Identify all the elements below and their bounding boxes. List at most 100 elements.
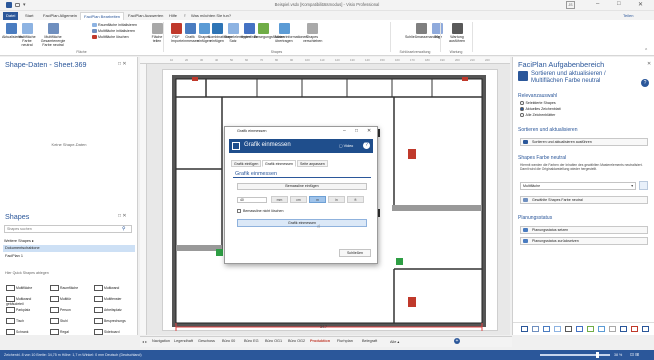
ribbon-button-2[interactable]: Multifläche Gesamtenergie Farbe neutral <box>40 23 66 47</box>
task-pane-tool-icon[interactable] <box>565 326 572 332</box>
stencil-shape[interactable]: Stuhl <box>50 318 92 327</box>
page-tab[interactable]: Geschoss <box>198 339 215 343</box>
dialog-help-icon[interactable]: ? <box>363 142 370 149</box>
measurement-input[interactable]: 40 <box>237 197 267 203</box>
shapes-search-input[interactable]: Shapes suchen <box>4 225 132 233</box>
dialog-tab-seite-anpassen[interactable]: Seite anpassen <box>297 160 328 167</box>
planning-reset-button[interactable]: Planungsstatus zurücksetzen <box>520 237 648 245</box>
dialog-close-button[interactable]: Schließen <box>339 249 371 257</box>
relevance-option[interactable]: Selektierte Shapes <box>520 101 556 105</box>
relevance-option[interactable]: Aktuelles Zeichenblatt <box>520 107 561 111</box>
ribbon-button-14[interactable]: Tür <box>428 23 446 39</box>
unit-option-cm[interactable]: cm <box>290 196 307 203</box>
radio-button[interactable] <box>520 101 524 105</box>
stencil-shape[interactable]: Raumfläche <box>50 285 92 294</box>
multiflaeche-loeschen[interactable]: Multifläche löschen <box>92 35 129 40</box>
stencil-shape[interactable]: Besprechungs <box>94 318 136 327</box>
neutral-apply-button[interactable]: Gewählte Shapes Farbe neutral <box>520 196 648 204</box>
dialog-close-icon[interactable]: ✕ <box>367 128 371 134</box>
dialog-minimize-icon[interactable]: – <box>343 128 346 134</box>
page-tab[interactable]: Alle ▴ <box>390 339 399 344</box>
keep-dimension-checkbox[interactable] <box>237 209 241 213</box>
shapes-pane-options-icon[interactable]: □ ✕ <box>118 213 127 219</box>
more-shapes-link[interactable]: Weitere Shapes ▸ <box>4 238 34 243</box>
task-pane-tool-icon[interactable] <box>642 326 649 332</box>
task-pane-tool-icon[interactable] <box>631 326 638 332</box>
tab-faciplan-bearbeiten[interactable]: FaciPlan Bearbeiten <box>80 12 125 20</box>
unit-option-m[interactable]: m <box>309 196 326 203</box>
task-pane-tool-icon[interactable] <box>543 326 550 332</box>
page-tab[interactable]: Produktion <box>310 339 330 343</box>
page-nav-arrows[interactable]: ◂ ▸ <box>142 339 147 344</box>
task-pane-tool-icon[interactable] <box>620 326 627 332</box>
tell-me-search[interactable]: Was möchten Sie tun? <box>188 12 234 20</box>
close-window-icon[interactable]: ✕ <box>638 1 643 8</box>
ribbon-button-1[interactable]: Multifläche Farbe neutral <box>18 23 36 47</box>
user-avatar[interactable]: JS <box>566 1 575 9</box>
page-tab[interactable]: Legendhaft <box>174 339 193 343</box>
minimize-icon[interactable]: – <box>596 1 599 7</box>
ribbon-button-12[interactable]: Shapes verschieben <box>303 23 322 43</box>
ribbon-button-11[interactable]: Nutzerinformationen übertragen <box>275 23 307 43</box>
ribbon-button-10[interactable]: Bewegungsflächen <box>254 23 284 39</box>
page-tab[interactable]: Büro 00 <box>222 339 235 343</box>
ribbon-button-15[interactable]: Wartung ausführen <box>448 23 466 43</box>
page-tab[interactable]: Büro OG1 <box>265 339 282 343</box>
page-tab[interactable]: Büro OG2 <box>288 339 305 343</box>
task-pane-tool-icon[interactable] <box>598 326 605 332</box>
stencil-shape[interactable]: Schrank <box>6 329 48 338</box>
zoom-slider[interactable] <box>540 354 610 356</box>
stencil-shape[interactable]: Person <box>50 307 92 316</box>
stencil-shape[interactable]: Multitür <box>50 296 92 305</box>
help-icon[interactable]: ? <box>641 79 649 87</box>
maximize-icon[interactable]: □ <box>617 1 621 7</box>
task-pane-tool-icon[interactable] <box>521 326 528 332</box>
unit-option-in[interactable]: in <box>328 196 345 203</box>
planning-set-button[interactable]: Planungsstatus setzen <box>520 226 648 234</box>
stencil-shape[interactable]: Multiwand <box>94 285 136 294</box>
page-tab[interactable]: Büro EG <box>244 339 259 343</box>
multiflaeche-initialisieren[interactable]: Multifläche initialisieren <box>92 29 135 34</box>
sort-refresh-button[interactable]: Sortieren und aktualisieren ausführen <box>520 138 648 146</box>
stencil-shape[interactable]: Parkplatz <box>6 307 48 316</box>
task-pane-tool-icon[interactable] <box>576 326 583 332</box>
stencil-faciplan[interactable]: FaciPlan 1 <box>3 253 135 260</box>
task-pane-tool-icon[interactable] <box>554 326 561 332</box>
insert-dimension-line-button[interactable]: Bemassline einfügen <box>237 183 367 190</box>
tab-start[interactable]: Start <box>22 12 36 20</box>
raumflaeche-initialisieren[interactable]: Raumfläche initialisieren <box>92 23 137 28</box>
stencil-shape[interactable]: Sideboard <box>94 329 136 338</box>
page-tab[interactable]: Belegraft <box>362 339 377 343</box>
tab-hilfe[interactable]: Hilfe <box>166 12 180 20</box>
radio-button[interactable] <box>520 113 524 117</box>
relevance-option[interactable]: Alle Zeichenblätter <box>520 113 555 117</box>
stencil-shape[interactable]: Regal <box>50 329 92 338</box>
share-button[interactable]: Teilen <box>620 12 636 20</box>
tab-datei[interactable]: Datei <box>3 12 19 20</box>
stencil-dokumentschablone[interactable]: Dokumentschablone <box>3 245 135 252</box>
collapse-ribbon-icon[interactable]: ⌃ <box>644 48 648 54</box>
tab-faciplan-allgemein[interactable]: FaciPlan Allgemein <box>40 12 80 20</box>
unit-option-ft[interactable]: ft <box>347 196 364 203</box>
task-pane-tool-icon[interactable] <box>609 326 616 332</box>
task-pane-tool-icon[interactable] <box>532 326 539 332</box>
stencil-shape[interactable]: Arbeitsplatz <box>94 307 136 316</box>
stencil-shape[interactable]: Multifläche <box>6 285 48 294</box>
page-tab[interactable]: Flurhplan <box>337 339 353 343</box>
task-pane-close-icon[interactable]: ✕ <box>647 61 651 67</box>
pane-options-icon[interactable]: □ ✕ <box>118 61 127 67</box>
task-pane-tool-icon[interactable] <box>587 326 594 332</box>
video-link[interactable]: ▢ Video <box>339 143 353 148</box>
unit-option-mm[interactable]: mm <box>271 196 288 203</box>
stencil-shape[interactable]: Multifenster <box>94 296 136 305</box>
dialog-tab-grafik-einmessen[interactable]: Grafik einmessen <box>262 160 296 167</box>
neutral-master-select[interactable]: Multifläche ▾ <box>520 182 636 190</box>
stencil-shape[interactable]: Tisch <box>6 318 48 327</box>
radio-button[interactable] <box>520 107 524 111</box>
page-tab[interactable]: Navigation <box>152 339 170 343</box>
tab-faciplan-auswerten[interactable]: FaciPlan Auswerten <box>125 12 166 20</box>
stencil-shape[interactable]: Multiwand gebäudeteil <box>6 296 48 306</box>
pick-shape-icon[interactable] <box>639 181 648 190</box>
dialog-maximize-icon[interactable]: □ <box>355 128 358 134</box>
search-icon[interactable]: ⚲ <box>122 226 126 232</box>
